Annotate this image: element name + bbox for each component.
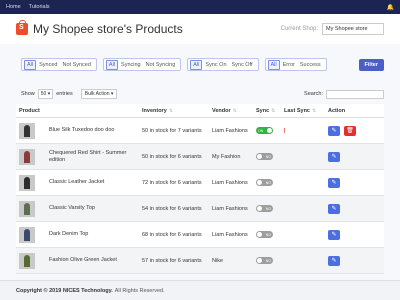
synced-filter-all[interactable]: All: [24, 59, 37, 70]
bulk-action-select[interactable]: Bulk Action ▾: [80, 89, 118, 99]
page-footer: Copyright © 2019 NICES Technology. All R…: [0, 280, 400, 300]
product-name[interactable]: Classic Varsity Top: [49, 205, 95, 212]
inventory-cell: 57 in stock for 6 variants: [142, 257, 202, 264]
product-name[interactable]: Fashion Olive Green Jacket: [49, 257, 117, 264]
result-filter-success[interactable]: Success: [298, 61, 323, 69]
inventory-cell: 54 in stock for 6 variants: [142, 205, 202, 212]
nav-tutorials-link[interactable]: Tutorials: [29, 4, 50, 10]
footer-rights: All Rights Reserved.: [114, 287, 165, 294]
edit-button[interactable]: ✎: [328, 125, 340, 136]
sync-state-filter-off[interactable]: Sync Off: [230, 61, 255, 69]
column-header-product[interactable]: Product: [16, 108, 139, 114]
edit-button[interactable]: ✎: [328, 177, 340, 188]
product-thumbnail: [19, 148, 35, 165]
vendor-cell: Liam Fashions: [212, 127, 248, 134]
table-row[interactable]: Fashion Olive Green Jacket 57 in stock f…: [16, 248, 384, 274]
vendor-cell: Liam Fashions: [212, 231, 248, 238]
edit-button[interactable]: ✎: [328, 203, 340, 214]
product-thumbnail: [19, 226, 35, 243]
sync-toggle[interactable]: NO: [256, 257, 273, 264]
top-navbar: Home Tutorials 🔔: [0, 0, 400, 14]
shopee-logo-icon: S: [16, 20, 28, 35]
column-header-vendor[interactable]: Vendor ⇅: [212, 108, 256, 114]
product-thumbnail: [19, 122, 35, 139]
product-thumbnail: [19, 174, 35, 191]
column-header-sync[interactable]: Sync ⇅: [256, 108, 284, 114]
delete-button[interactable]: 🗑: [344, 125, 356, 136]
vendor-cell: Nike: [212, 257, 224, 264]
product-name[interactable]: Chequered Red Shirt - Summer edition: [49, 150, 139, 164]
vendor-cell: Liam Fashions: [212, 205, 248, 212]
inventory-cell: 72 in stock for 6 variants: [142, 179, 202, 186]
sync-error-icon[interactable]: !: [284, 127, 286, 133]
filter-bar: All Synced Not Synced All Syncing Not Sy…: [21, 58, 384, 71]
sync-state-filter-group: All Sync On Sync Off: [187, 58, 259, 71]
column-header-inventory[interactable]: Inventory ⇅: [139, 108, 212, 114]
product-thumbnail: [19, 200, 35, 217]
vendor-cell: Liam Fashions: [212, 179, 248, 186]
footer-copyright: Copyright © 2019 NICES Technology.: [16, 287, 113, 294]
page-title: My Shopee store's Products: [33, 22, 183, 36]
synced-filter-group: All Synced Not Synced: [21, 58, 97, 71]
search-label: Search:: [304, 91, 323, 97]
vendor-cell: My Fashion: [212, 153, 241, 160]
sync-toggle[interactable]: NO: [256, 231, 273, 238]
result-filter-group: All Error Success: [264, 58, 327, 71]
synced-filter-synced[interactable]: Synced: [37, 61, 59, 69]
edit-button[interactable]: ✎: [328, 151, 340, 162]
column-header-action: Action: [328, 107, 346, 114]
product-thumbnail: [19, 252, 35, 269]
result-filter-all[interactable]: All: [267, 59, 280, 70]
sync-toggle[interactable]: NO: [256, 179, 273, 186]
table-row[interactable]: Dark Denim Top 68 in stock for 6 variant…: [16, 222, 384, 248]
entries-select[interactable]: 50 ▾: [37, 89, 54, 99]
edit-button[interactable]: ✎: [328, 255, 340, 266]
sync-toggle[interactable]: NO: [256, 153, 273, 160]
table-row[interactable]: Classic Leather Jacket 72 in stock for 6…: [16, 170, 384, 196]
synced-filter-not-synced[interactable]: Not Synced: [60, 61, 92, 69]
sort-icon: ⇅: [232, 107, 237, 114]
nav-home-link[interactable]: Home: [6, 4, 21, 10]
page-header: S My Shopee store's Products Current Sho…: [0, 14, 400, 44]
inventory-cell: 68 in stock for 6 variants: [142, 231, 202, 238]
sync-toggle[interactable]: ON: [256, 127, 273, 134]
sync-state-filter-on[interactable]: Sync On: [203, 61, 228, 69]
table-header: Product Inventory ⇅ Vendor ⇅ Sync ⇅ Last Sy…: [16, 104, 384, 118]
sort-icon: ⇅: [168, 107, 173, 114]
current-shop-label: Current Shop:: [280, 26, 318, 32]
search-input[interactable]: [326, 89, 384, 99]
table-row[interactable]: Blue Silk Tuxedoo doo doo 50 in stock fo…: [16, 118, 384, 144]
inventory-cell: 50 in stock for 7 variants: [142, 127, 202, 134]
sync-toggle[interactable]: NO: [256, 205, 273, 212]
result-filter-error[interactable]: Error: [281, 61, 297, 69]
syncing-filter-all[interactable]: All: [105, 59, 119, 70]
table-tools: Show 50 ▾ entries Bulk Action ▾ Search:: [21, 88, 384, 100]
sort-icon: ⇅: [271, 107, 276, 114]
current-shop-select[interactable]: My Shopee store: [322, 23, 384, 35]
edit-button[interactable]: ✎: [328, 229, 340, 240]
entries-label: entries: [56, 91, 73, 97]
table-row[interactable]: Classic Varsity Top 54 in stock for 6 va…: [16, 196, 384, 222]
show-label: Show: [21, 91, 35, 97]
column-header-last-sync[interactable]: Last Sync ⇅: [284, 108, 328, 114]
inventory-cell: 50 in stock for 6 variants: [142, 153, 202, 160]
product-name[interactable]: Blue Silk Tuxedoo doo doo: [49, 127, 114, 134]
syncing-filter-syncing[interactable]: Syncing: [119, 61, 143, 69]
product-name[interactable]: Dark Denim Top: [49, 231, 88, 238]
syncing-filter-not-syncing[interactable]: Not Syncing: [144, 61, 178, 69]
sync-state-filter-all[interactable]: All: [190, 59, 203, 70]
syncing-filter-group: All Syncing Not Syncing: [102, 58, 182, 71]
product-name[interactable]: Classic Leather Jacket: [49, 179, 104, 186]
bell-icon[interactable]: 🔔: [387, 4, 394, 11]
sort-icon: ⇅: [311, 107, 317, 114]
products-table: Product Inventory ⇅ Vendor ⇅ Sync ⇅ Last Sy…: [16, 104, 384, 274]
table-row[interactable]: Chequered Red Shirt - Summer edition 50 …: [16, 144, 384, 170]
filter-button[interactable]: Filter: [358, 58, 384, 71]
